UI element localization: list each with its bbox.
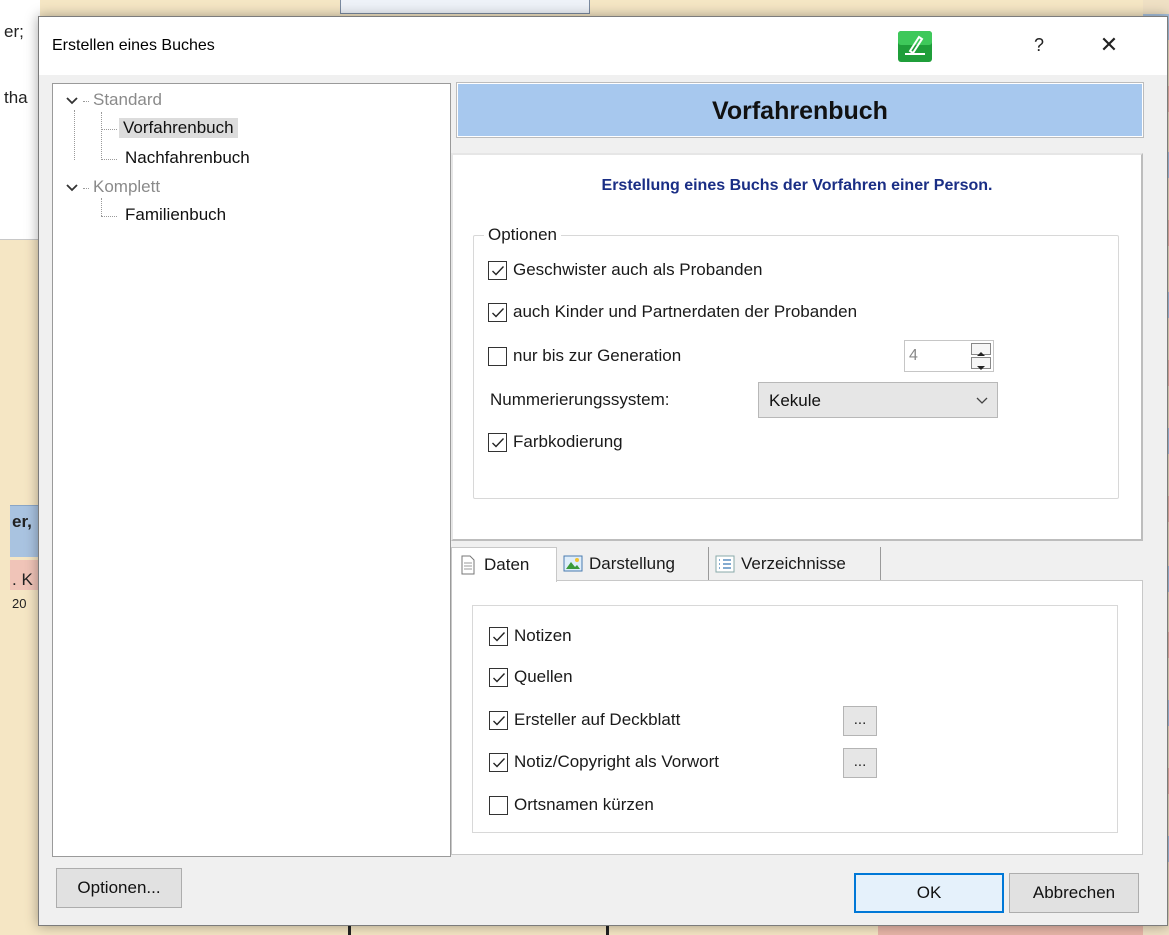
tree-connector xyxy=(101,112,102,160)
children-partners-checkbox-row[interactable]: auch Kinder und Partnerdaten der Proband… xyxy=(488,302,857,322)
daten-options-box: Notizen Quellen Ersteller auf Deckblatt … xyxy=(472,605,1118,833)
author-cover-checkbox-row[interactable]: Ersteller auf Deckblatt xyxy=(489,710,680,730)
list-icon xyxy=(715,554,735,574)
author-cover-edit-button[interactable]: ... xyxy=(843,706,877,736)
create-book-dialog: Erstellen eines Buches ? ✕ Standard Vorf… xyxy=(38,16,1168,926)
background-text: er; xyxy=(4,22,24,41)
chevron-down-icon xyxy=(976,397,988,404)
siblings-checkbox[interactable] xyxy=(488,260,507,280)
spin-up-button[interactable] xyxy=(971,343,991,356)
shorten-places-label: Ortsnamen kürzen xyxy=(514,795,654,814)
spin-down-button[interactable] xyxy=(971,357,991,370)
dialog-titlebar: Erstellen eines Buches ? ✕ xyxy=(39,17,1167,75)
siblings-checkbox-row[interactable]: Geschwister auch als Probanden xyxy=(488,260,762,280)
book-type-tree[interactable]: Standard Vorfahrenbuch Nachfahrenbuch Ko… xyxy=(52,83,451,857)
tree-connector xyxy=(74,110,75,160)
copyright-preface-edit-button[interactable]: ... xyxy=(843,748,877,778)
checkmark-icon xyxy=(493,757,506,768)
book-description: Erstellung eines Buchs der Vorfahren ein… xyxy=(601,177,993,194)
background-text: tha xyxy=(4,88,28,107)
generation-value[interactable]: 4 xyxy=(909,347,918,365)
shorten-places-checkbox-row[interactable]: Ortsnamen kürzen xyxy=(489,795,654,815)
tree-group-standard[interactable]: Standard xyxy=(93,90,162,110)
generation-limit-checkbox-row[interactable]: nur bis zur Generation xyxy=(488,346,681,366)
tab-verzeichnisse-label: Verzeichnisse xyxy=(741,554,846,573)
sources-checkbox[interactable] xyxy=(489,667,508,687)
tree-item-familienbuch[interactable]: Familienbuch xyxy=(125,205,226,225)
copyright-preface-checkbox-row[interactable]: Notiz/Copyright als Vorwort xyxy=(489,752,719,772)
checkmark-icon xyxy=(492,265,505,276)
color-coding-checkbox-row[interactable]: Farbkodierung xyxy=(488,432,623,452)
book-type-header: Vorfahrenbuch xyxy=(456,82,1144,138)
checkmark-icon xyxy=(492,307,505,318)
tree-item-vorfahrenbuch[interactable]: Vorfahrenbuch xyxy=(119,118,238,138)
tab-daten[interactable]: Daten xyxy=(451,547,557,582)
shorten-places-checkbox[interactable] xyxy=(489,795,508,815)
dialog-title: Erstellen eines Buches xyxy=(52,37,215,54)
background-top-field-area xyxy=(300,0,880,16)
chevron-down-icon[interactable] xyxy=(65,181,79,195)
numbering-select[interactable]: Kekule xyxy=(758,382,998,418)
author-cover-checkbox[interactable] xyxy=(489,710,508,730)
header-title: Vorfahrenbuch xyxy=(712,97,888,125)
tab-strip: Daten Darstellung Verzeichnisse xyxy=(451,547,1143,582)
chevron-down-icon[interactable] xyxy=(65,94,79,108)
tab-darstellung[interactable]: Darstellung xyxy=(557,547,709,581)
ok-button[interactable]: OK xyxy=(854,873,1004,913)
tab-darstellung-label: Darstellung xyxy=(589,554,675,573)
copyright-preface-label: Notiz/Copyright als Vorwort xyxy=(514,752,720,771)
notes-checkbox[interactable] xyxy=(489,626,508,646)
tree-connector xyxy=(101,159,117,160)
app-edit-icon xyxy=(897,27,933,63)
tab-verzeichnisse[interactable]: Verzeichnisse xyxy=(709,547,881,581)
tree-group-komplett[interactable]: Komplett xyxy=(93,177,160,197)
numbering-label: Nummerierungssystem: xyxy=(490,390,670,409)
color-coding-checkbox[interactable] xyxy=(488,432,507,452)
numbering-value: Kekule xyxy=(769,391,821,410)
tab-daten-label: Daten xyxy=(484,555,530,574)
tree-connector xyxy=(83,188,89,189)
checkmark-icon xyxy=(493,672,506,683)
daten-tab-panel: Notizen Quellen Ersteller auf Deckblatt … xyxy=(451,580,1143,855)
author-cover-label: Ersteller auf Deckblatt xyxy=(514,710,681,729)
spinner-buttons xyxy=(971,343,991,370)
image-icon xyxy=(563,554,583,574)
children-partners-checkbox[interactable] xyxy=(488,302,507,322)
options-button[interactable]: Optionen... xyxy=(56,868,182,908)
generation-spinner[interactable]: 4 xyxy=(904,340,994,372)
checkmark-icon xyxy=(492,437,505,448)
document-icon xyxy=(458,555,478,575)
sources-label: Quellen xyxy=(514,667,573,686)
tree-connector xyxy=(101,198,102,216)
options-panel: Erstellung eines Buchs der Vorfahren ein… xyxy=(451,153,1143,541)
checkmark-icon xyxy=(493,715,506,726)
generation-limit-checkbox[interactable] xyxy=(488,346,507,366)
siblings-label: Geschwister auch als Probanden xyxy=(513,260,763,279)
cancel-button[interactable]: Abbrechen xyxy=(1009,873,1139,913)
background-text: 20 xyxy=(12,596,27,611)
background-left-pane xyxy=(0,0,40,935)
options-group: Optionen Geschwister auch als Probanden … xyxy=(473,225,1119,499)
background-top-field xyxy=(340,0,590,14)
help-button[interactable]: ? xyxy=(1019,29,1059,61)
sources-checkbox-row[interactable]: Quellen xyxy=(489,667,573,687)
tree-connector xyxy=(101,129,117,130)
background-text: er, xyxy=(12,512,32,531)
tree-item-nachfahrenbuch[interactable]: Nachfahrenbuch xyxy=(125,148,250,168)
children-partners-label: auch Kinder und Partnerdaten der Proband… xyxy=(513,302,858,321)
background-text: . K xyxy=(12,570,33,589)
arrow-down-icon xyxy=(977,366,985,370)
notes-label: Notizen xyxy=(514,626,572,645)
options-group-label: Optionen xyxy=(484,225,561,245)
close-button[interactable]: ✕ xyxy=(1089,29,1129,61)
copyright-preface-checkbox[interactable] xyxy=(489,752,508,772)
tree-connector xyxy=(101,216,117,217)
color-coding-label: Farbkodierung xyxy=(513,432,623,451)
generation-limit-label: nur bis zur Generation xyxy=(513,346,682,365)
checkmark-icon xyxy=(493,631,506,642)
tree-connector xyxy=(83,101,89,102)
notes-checkbox-row[interactable]: Notizen xyxy=(489,626,572,646)
